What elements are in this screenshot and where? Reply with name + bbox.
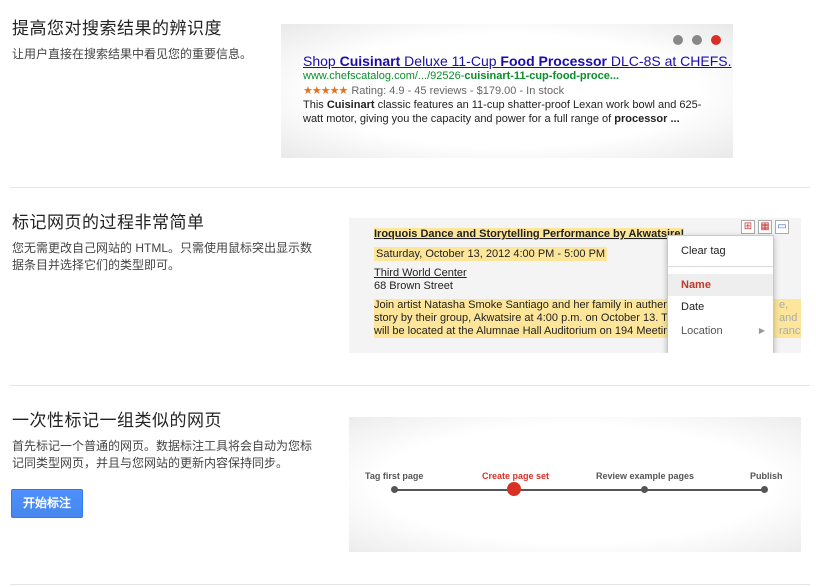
divider: [10, 584, 810, 585]
step-dot-active: [507, 482, 521, 496]
result-url: www.chefscatalog.com/.../92526-cuisinart…: [303, 70, 620, 82]
carousel-dot-active[interactable]: [711, 35, 721, 45]
step-dot: [391, 486, 398, 493]
menu-item-date[interactable]: Date: [668, 296, 773, 318]
section-easy-markup: 标记网页的过程非常简单 您无需更改自己网站的 HTML。只需使用鼠标突出显示数 …: [0, 188, 816, 386]
carousel-dot[interactable]: [692, 35, 702, 45]
menu-item-name[interactable]: Name: [668, 274, 773, 296]
rich-snippet-preview: Shop Cuisinart Deluxe 11-Cup Food Proces…: [281, 24, 733, 158]
section-heading: 提高您对搜索结果的辨识度: [12, 19, 222, 38]
image-icon[interactable]: ▭: [775, 220, 789, 234]
result-title-link[interactable]: Shop Cuisinart Deluxe 11-Cup Food Proces…: [303, 53, 732, 69]
section-heading: 标记网页的过程非常简单: [12, 213, 205, 232]
highlighter-preview: Iroquois Dance and Storytelling Performa…: [349, 218, 801, 353]
step-label-tag-first-page: Tag first page: [365, 471, 424, 481]
section-recognition: 提高您对搜索结果的辨识度 让用户直接在搜索结果中看见您的重要信息。 Shop C…: [0, 0, 816, 188]
start-tagging-button[interactable]: 开始标注: [11, 489, 83, 518]
event-venue: Third World Center: [374, 267, 467, 279]
result-snippet: This Cuisinart classic features an 11-cu…: [303, 99, 702, 125]
step-dot: [761, 486, 768, 493]
grid-icon[interactable]: ⊞: [741, 220, 755, 234]
section-bulk-markup: 一次性标记一组类似的网页 首先标记一个普通的网页。数据标注工具将会自动为您标 记…: [0, 386, 816, 587]
step-label-publish: Publish: [750, 471, 783, 481]
tag-context-menu: Clear tag Name Date Location ▶: [667, 235, 774, 353]
section-description: 让用户直接在搜索结果中看见您的重要信息。: [12, 47, 253, 61]
event-title: Iroquois Dance and Storytelling Performa…: [374, 228, 685, 240]
menu-item-location[interactable]: Location ▶: [668, 320, 773, 342]
event-date: Saturday, October 13, 2012 4:00 PM - 5:0…: [374, 247, 608, 261]
toolbar-icons: ⊞ ▦ ▭: [741, 220, 789, 234]
calendar-icon[interactable]: ▦: [758, 220, 772, 234]
workflow-preview: Tag first page Create page set Review ex…: [349, 417, 801, 552]
step-label-review-example-pages: Review example pages: [596, 471, 695, 481]
event-description-tail: e, and rance: [779, 299, 801, 337]
event-street: 68 Brown Street: [374, 280, 453, 292]
section-heading: 一次性标记一组类似的网页: [12, 411, 222, 430]
section-description: 首先标记一个普通的网页。数据标注工具将会自动为您标 记同类型网页，并且与您网站的…: [12, 439, 313, 470]
step-dot: [641, 486, 648, 493]
rating-stars-icon: ★★★★★: [303, 85, 348, 97]
step-label-create-page-set: Create page set: [482, 471, 550, 481]
progress-track: [394, 489, 766, 491]
carousel-dots: [673, 35, 721, 45]
carousel-dot[interactable]: [673, 35, 683, 45]
menu-item-clear-tag[interactable]: Clear tag: [668, 240, 773, 262]
result-rating: ★★★★★ Rating: 4.9 - 45 reviews - $179.00 …: [303, 85, 565, 97]
chevron-right-icon: ▶: [758, 326, 765, 335]
section-description: 您无需更改自己网站的 HTML。只需使用鼠标突出显示数 据条目并选择它们的类型即…: [12, 241, 313, 272]
